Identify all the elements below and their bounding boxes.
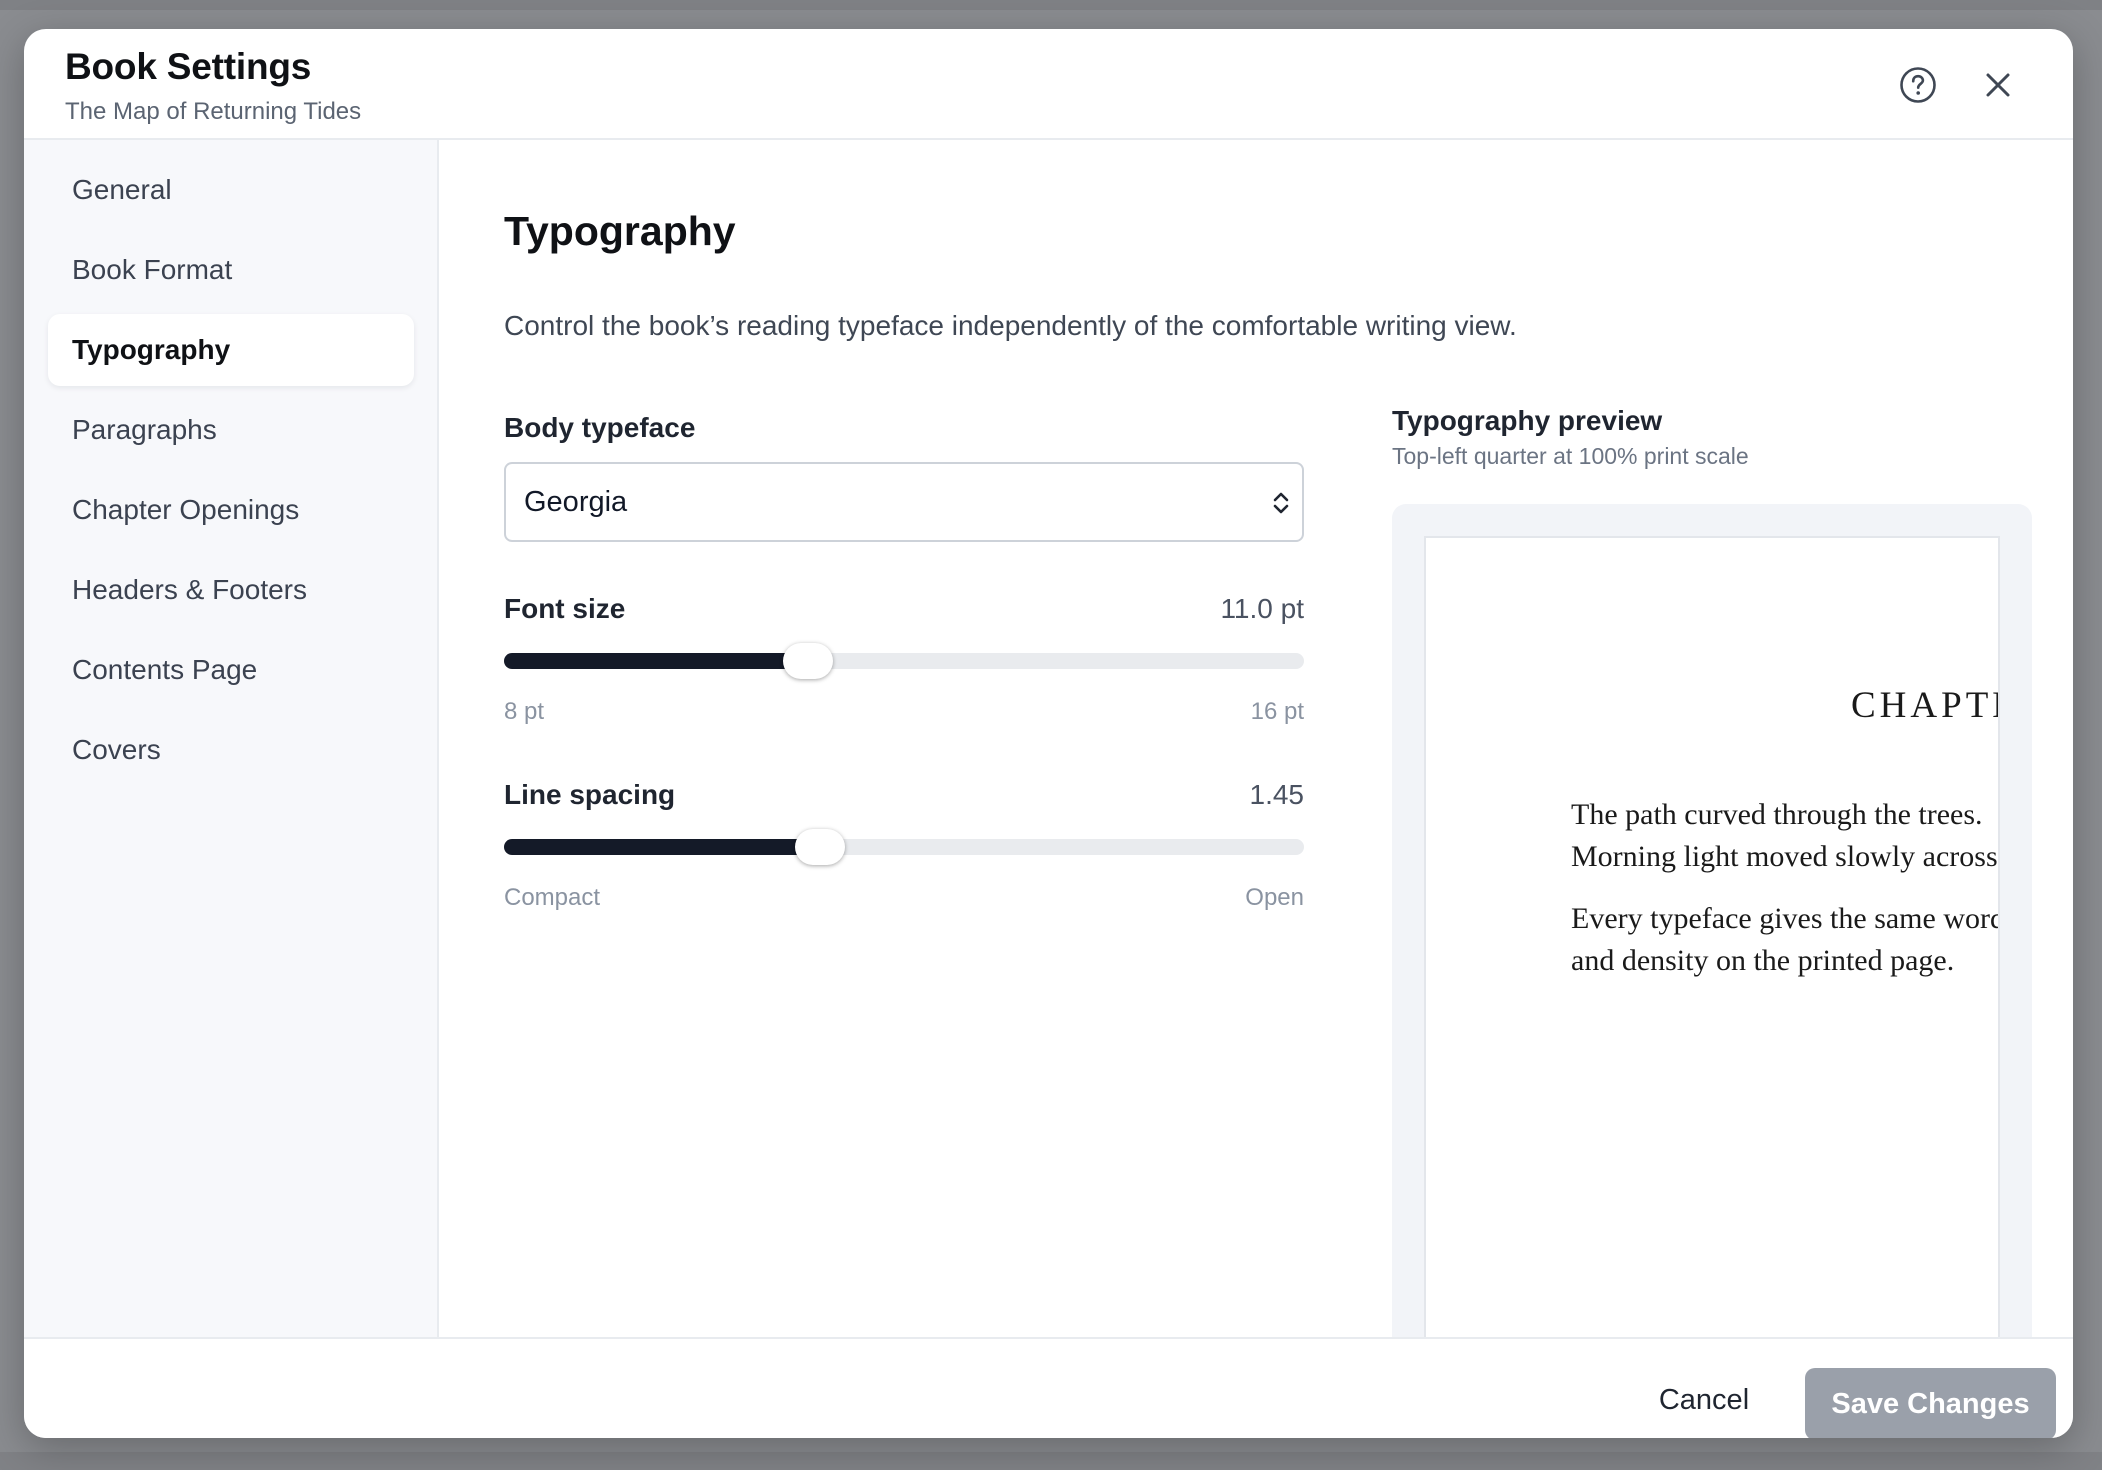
line-spacing-value: 1.45 (1249, 779, 1305, 810)
font-size-slider-fill (504, 653, 808, 669)
preview-line: and density on the printed page. (1571, 944, 1955, 977)
sidebar-item-general[interactable]: General (48, 154, 414, 226)
font-size-value: 11.0 pt (1220, 593, 1304, 624)
sidebar-item-typography[interactable]: Typography (48, 314, 414, 386)
line-spacing-slider-fill (504, 839, 820, 855)
line-spacing-min-label: Compact (504, 884, 601, 911)
line-spacing-max-label: Open (1245, 884, 1304, 911)
close-icon (1986, 73, 2010, 97)
body-typeface-value: Georgia (524, 485, 628, 518)
save-changes-button[interactable]: Save Changes (1805, 1368, 2056, 1438)
section-title: Typography (504, 208, 736, 254)
dialog-title: Book Settings (65, 46, 312, 87)
dialog-footer: Cancel Save Changes (24, 1337, 2073, 1438)
sidebar-item-covers[interactable]: Covers (48, 714, 414, 786)
dialog-subtitle: The Map of Returning Tides (65, 98, 362, 125)
body-typeface-select[interactable]: Georgia (504, 462, 1304, 542)
backdrop (0, 0, 2102, 10)
section-description: Control the book’s reading typeface inde… (504, 310, 1517, 341)
line-spacing-label: Line spacing (504, 779, 676, 810)
preview-line: The path curved through the trees. (1571, 798, 1983, 831)
preview-line: Morning light moved slowly across (1571, 840, 1998, 873)
sidebar-item-headers-footers[interactable]: Headers & Footers (48, 554, 414, 626)
sidebar-item-book-format[interactable]: Book Format (48, 234, 414, 306)
close-button[interactable] (1970, 57, 2026, 113)
font-size-label: Font size (504, 593, 626, 624)
help-button[interactable] (1890, 57, 1946, 113)
preview-subtitle: Top-left quarter at 100% print scale (1392, 443, 1749, 469)
line-spacing-slider-thumb[interactable] (795, 829, 845, 865)
font-size-slider-thumb[interactable] (783, 643, 833, 679)
preview-chapter-heading: CHAPTER (1851, 685, 1998, 726)
sidebar-item-chapter-openings[interactable]: Chapter Openings (48, 474, 414, 546)
backdrop (0, 1452, 2102, 1470)
chevron-up-down-icon (1273, 492, 1289, 514)
settings-sidebar: General Book Format Typography Paragraph… (24, 140, 439, 1337)
dialog-header: Book Settings The Map of Returning Tides (24, 29, 2073, 140)
preview-paragraph: Every typeface gives the same words and … (1571, 898, 2000, 982)
line-spacing-slider[interactable] (504, 829, 1304, 865)
font-size-slider[interactable] (504, 643, 1304, 679)
cancel-button[interactable]: Cancel (1624, 1365, 1784, 1435)
sidebar-item-contents-page[interactable]: Contents Page (48, 634, 414, 706)
help-circle-icon (1900, 67, 1936, 103)
book-settings-dialog: Book Settings The Map of Returning Tides… (24, 29, 2073, 1438)
body-typeface-label: Body typeface (504, 412, 696, 443)
preview-paragraph: The path curved through the trees. Morni… (1571, 794, 1998, 878)
preview-title: Typography preview (1392, 405, 1663, 436)
font-size-max-label: 16 pt (1250, 698, 1304, 725)
preview-page: CHAPTER The path curved through the tree… (1424, 536, 2000, 1338)
typography-preview: CHAPTER The path curved through the tree… (1392, 504, 2032, 1338)
preview-line: Every typeface gives the same words (1571, 902, 2000, 935)
sidebar-item-paragraphs[interactable]: Paragraphs (48, 394, 414, 466)
font-size-min-label: 8 pt (504, 698, 545, 725)
